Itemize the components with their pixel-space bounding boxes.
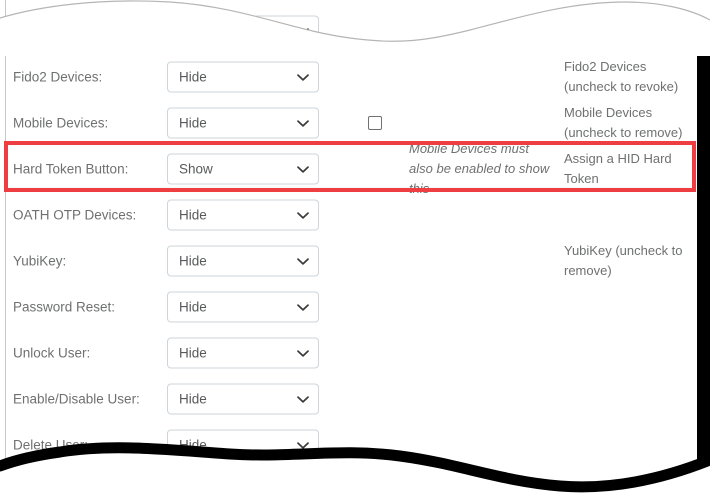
visibility-select-value: Hide (179, 70, 207, 85)
visibility-select-value: Hide (179, 116, 207, 131)
settings-row: Enable/Disable User: Hide (6, 376, 698, 422)
visibility-select-value: Hide (179, 254, 207, 269)
chevron-down-icon (297, 247, 309, 276)
chevron-down-icon (297, 63, 309, 92)
chevron-down-icon (297, 293, 309, 322)
row-label: Password Reset: (13, 300, 115, 315)
row-description: (Uncheck to revoke): (564, 21, 699, 41)
chevron-down-icon (297, 385, 309, 414)
visibility-select-value: Hide (179, 24, 207, 39)
settings-row: Digital Fingerprints: Hide (Uncheck to rev… (6, 8, 698, 54)
settings-form-panel: Digital Fingerprints: Hide (Uncheck to rev… (5, 0, 697, 478)
chevron-down-icon (297, 477, 309, 503)
visibility-select[interactable]: Show (167, 154, 319, 185)
row-description: Fido2 Devices (uncheck to revoke) (564, 57, 699, 97)
visibility-select-value: Hide (179, 208, 207, 223)
visibility-select[interactable]: Hide (167, 430, 319, 461)
row-label: Delete User: (13, 438, 88, 453)
visibility-select-value: Hide (179, 438, 207, 453)
row-description: Assign a HID Hard Token (564, 149, 699, 189)
settings-row: OATH OTP Devices: Hide (6, 192, 698, 238)
settings-row: Mobile Devices: Hide Mobile Devices (unche… (6, 100, 698, 146)
settings-row: Password Reset: Hide (6, 284, 698, 330)
chevron-down-icon (297, 431, 309, 460)
chevron-down-icon (297, 155, 309, 184)
visibility-select[interactable]: Hide (167, 62, 319, 93)
visibility-select[interactable]: Hide (167, 476, 319, 503)
row-label: Mobile Devices: (13, 116, 108, 131)
row-label: Digital Fingerprints: (13, 24, 129, 39)
chevron-down-icon (297, 17, 309, 46)
settings-row: Hide (6, 468, 698, 503)
visibility-select-value: Hide (179, 484, 207, 499)
row-label: OATH OTP Devices: (13, 208, 136, 223)
row-label: Fido2 Devices: (13, 70, 102, 85)
visibility-select[interactable]: Hide (167, 338, 319, 369)
visibility-select[interactable]: Hide (167, 292, 319, 323)
row-label: YubiKey: (13, 254, 66, 269)
row-label: Hard Token Button: (13, 162, 128, 177)
chevron-down-icon (297, 201, 309, 230)
visibility-select-value: Hide (179, 346, 207, 361)
row-checkbox[interactable] (368, 116, 382, 130)
visibility-select[interactable]: Hide (167, 16, 319, 47)
visibility-select[interactable]: Hide (167, 200, 319, 231)
row-label: Enable/Disable User: (13, 392, 140, 407)
visibility-select[interactable]: Hide (167, 246, 319, 277)
row-note: Mobile Devices must also be enabled to s… (409, 139, 555, 199)
visibility-select[interactable]: Hide (167, 384, 319, 415)
settings-row: YubiKey: Hide YubiKey (uncheck to remove) (6, 238, 698, 284)
settings-row: Fido2 Devices: Hide Fido2 Devices (uncheck… (6, 54, 698, 100)
visibility-select[interactable]: Hide (167, 108, 319, 139)
settings-row: Hard Token Button:ShowMobile Devices mus… (6, 146, 698, 192)
settings-row: Delete User: Hide (6, 422, 698, 468)
visibility-select-value: Show (179, 162, 213, 177)
row-description: YubiKey (uncheck to remove) (564, 241, 699, 281)
row-label: Unlock User: (13, 346, 90, 361)
chevron-down-icon (297, 339, 309, 368)
settings-row: Unlock User: Hide (6, 330, 698, 376)
screenshot-root: Digital Fingerprints: Hide (Uncheck to rev… (0, 0, 710, 503)
visibility-select-value: Hide (179, 392, 207, 407)
row-description: Mobile Devices (uncheck to remove) (564, 103, 699, 143)
visibility-select-value: Hide (179, 300, 207, 315)
chevron-down-icon (297, 109, 309, 138)
